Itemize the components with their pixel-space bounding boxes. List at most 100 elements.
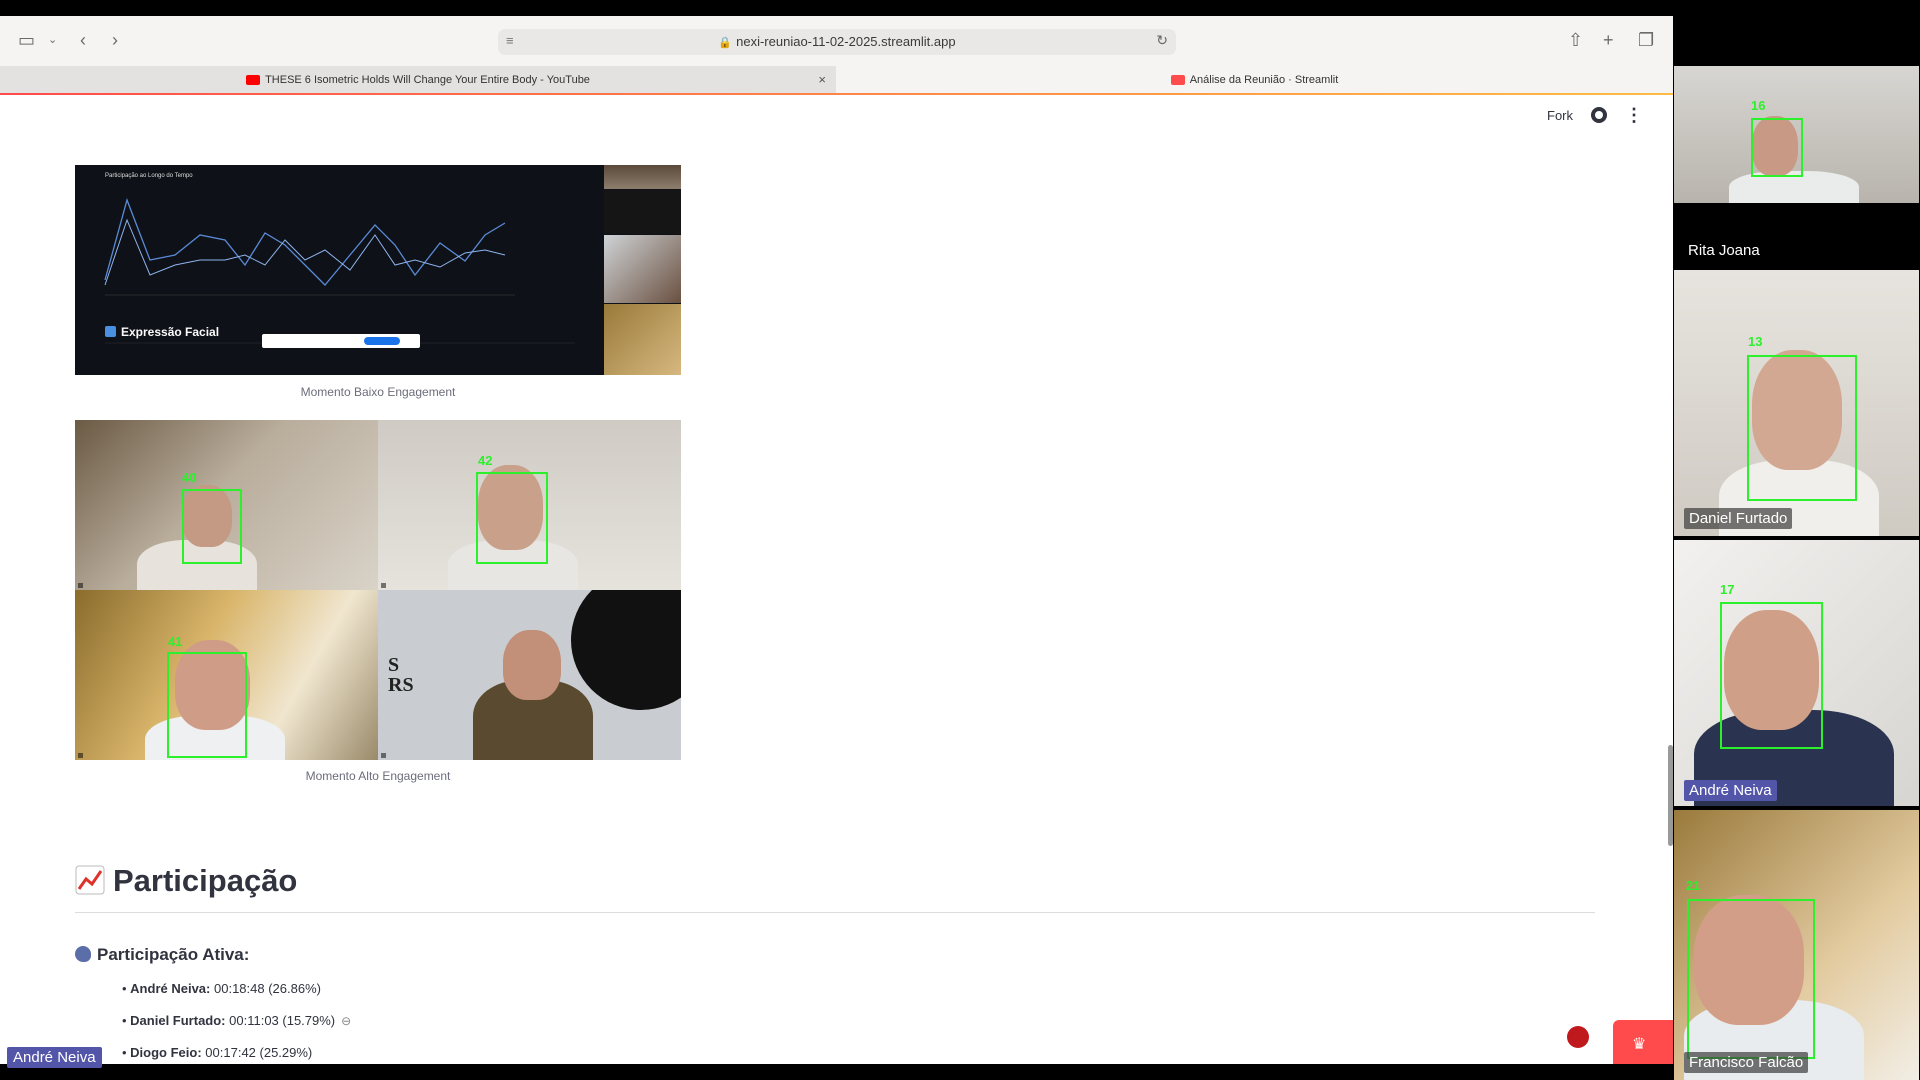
video-name-tag	[78, 753, 84, 758]
section-title: Participação	[75, 863, 297, 899]
video-thumbnail	[604, 304, 681, 375]
tab-bar: THESE 6 Isometric Holds Will Change Your…	[0, 66, 1673, 94]
participant-time: 00:11:03 (15.79%)	[229, 1013, 336, 1028]
github-icon[interactable]	[1591, 107, 1607, 123]
person-face	[503, 630, 561, 700]
participant-tile[interactable]: 13 Daniel Furtado	[1674, 270, 1919, 536]
tab-title: THESE 6 Isometric Holds Will Change Your…	[265, 74, 590, 86]
forward-arrow-icon[interactable]: ›	[112, 30, 118, 50]
tab-overview-icon[interactable]: ❐	[1638, 30, 1654, 50]
video-thumbnail	[604, 165, 681, 189]
streamlit-page: Fork ⋮ Participação ao Longo do Tempo Ex…	[0, 95, 1673, 1064]
participant-name: André Neiva:	[130, 981, 211, 996]
lock-icon: 🔒	[718, 37, 733, 49]
speaking-head-icon	[75, 946, 91, 962]
face-id-label: 41	[168, 634, 183, 649]
fork-button[interactable]: Fork	[1547, 108, 1573, 123]
participant-name-label: Daniel Furtado	[1684, 508, 1793, 529]
embedded-section-text: Expressão Facial	[121, 325, 220, 339]
tab-title: Análise da Reunião · Streamlit	[1189, 74, 1339, 86]
new-tab-plus-icon[interactable]: +	[1603, 30, 1614, 50]
chevron-down-icon[interactable]: ⌄	[48, 30, 57, 50]
list-item: • Diogo Feio: 00:17:42 (25.29%)	[122, 1045, 313, 1060]
share-icon[interactable]: ⇧	[1568, 30, 1583, 50]
streamlit-manage-button[interactable]: ♛	[1613, 1020, 1673, 1064]
participant-name: Daniel Furtado:	[130, 1013, 226, 1028]
face-id-label: 17	[1720, 582, 1735, 597]
high-engagement-caption: Momento Alto Engagement	[305, 769, 451, 783]
participant-time: 00:17:42 (25.29%)	[205, 1045, 313, 1060]
participation-list: • André Neiva: 00:18:48 (26.86%) • Danie…	[122, 981, 351, 1064]
logo-circle	[571, 590, 681, 710]
face-detection-box	[182, 489, 242, 564]
reload-icon[interactable]: ↻	[1156, 32, 1168, 49]
video-cell: 42	[378, 420, 681, 590]
video-thumbnail	[604, 190, 681, 234]
participant-name-label: Francisco Falcão	[1684, 1052, 1809, 1073]
participant-tile[interactable]: 21 Francisco Falcão	[1674, 810, 1919, 1080]
video-name-tag	[381, 583, 387, 588]
face-emoji-icon	[105, 326, 116, 337]
video-name-tag	[78, 583, 84, 588]
face-detection-box	[1747, 355, 1857, 501]
chart-increasing-icon	[75, 865, 105, 895]
participant-name: Diogo Feio:	[130, 1045, 202, 1060]
apple-icon[interactable]	[1567, 1026, 1589, 1048]
low-engagement-image: Participação ao Longo do Tempo Expressão…	[75, 165, 681, 375]
face-detection-box	[1751, 118, 1803, 177]
tab-youtube[interactable]: THESE 6 Isometric Holds Will Change Your…	[0, 66, 836, 94]
video-cell: S RS	[378, 590, 681, 760]
embedded-series-2	[104, 218, 506, 286]
face-id-label: 21	[1686, 878, 1701, 893]
participant-name-label: André Neiva	[1684, 780, 1777, 801]
embedded-banner	[262, 334, 420, 348]
section-divider	[75, 912, 1595, 913]
tab-streamlit[interactable]: Análise da Reunião · Streamlit	[836, 66, 1673, 94]
embedded-video-strip	[604, 165, 681, 375]
face-detection-box	[1720, 602, 1823, 749]
face-id-label: 40	[182, 470, 197, 485]
back-arrow-icon[interactable]: ‹	[80, 30, 86, 50]
face-detection-box	[167, 652, 247, 758]
sidebar-toggle-icon[interactable]: ▭	[18, 30, 35, 50]
embedded-section-heading: Expressão Facial	[105, 325, 219, 339]
video-thumbnail	[604, 235, 681, 303]
embedded-series-1	[104, 197, 506, 286]
face-detection-box	[476, 472, 548, 564]
self-view-name-tag: André Neiva	[7, 1047, 102, 1068]
subsection-title: Participação Ativa:	[75, 945, 249, 965]
video-cell: 41	[75, 590, 378, 760]
youtube-icon	[246, 75, 261, 86]
list-item: • André Neiva: 00:18:48 (26.86%)	[122, 981, 321, 996]
participant-panel: 16 Rita Joana 13 Daniel Furtado 17 André…	[1673, 66, 1920, 1080]
crown-icon: ♛	[1632, 1036, 1647, 1053]
screen: ▭ ⌄ ‹ › ≡ 🔒 nexi-reuniao-11-02-2025.strea…	[0, 0, 1920, 1080]
high-engagement-image: 40 42 41 S RS	[75, 420, 681, 760]
face-detection-box	[1687, 899, 1815, 1059]
participant-time: 00:18:48 (26.86%)	[214, 981, 321, 996]
section-title-text: Participação	[113, 863, 298, 898]
more-menu-icon[interactable]: ⋮	[1625, 106, 1643, 124]
face-id-label: 16	[1751, 98, 1766, 113]
video-cell: 40	[75, 420, 378, 590]
subsection-title-text: Participação Ativa:	[97, 945, 250, 964]
streamlit-icon	[1170, 75, 1185, 86]
close-tab-icon[interactable]: ×	[818, 66, 826, 94]
low-engagement-caption: Momento Baixo Engagement	[300, 385, 456, 399]
participant-name-label: Rita Joana	[1688, 242, 1760, 259]
participant-tile[interactable]: 16	[1674, 66, 1919, 203]
face-id-label: 42	[478, 453, 493, 468]
face-id-label: 13	[1748, 334, 1763, 349]
srs-logo: S RS	[388, 654, 414, 696]
anchor-link-icon[interactable]: ⊖	[341, 1014, 351, 1028]
address-bar[interactable]: ≡ 🔒 nexi-reuniao-11-02-2025.streamlit.app…	[498, 29, 1176, 55]
participant-tile[interactable]: 17 André Neiva	[1674, 540, 1919, 806]
list-item: • Daniel Furtado: 00:11:03 (15.79%) ⊖	[122, 1013, 352, 1028]
browser-toolbar: ▭ ⌄ ‹ › ≡ 🔒 nexi-reuniao-11-02-2025.strea…	[0, 16, 1673, 66]
embedded-banner-button	[364, 337, 400, 345]
url-text: nexi-reuniao-11-02-2025.streamlit.app	[736, 34, 956, 49]
browser-window: ▭ ⌄ ‹ › ≡ 🔒 nexi-reuniao-11-02-2025.strea…	[0, 16, 1673, 1064]
streamlit-header: Fork ⋮	[1547, 106, 1643, 124]
embedded-chart-screenshot: Participação ao Longo do Tempo Expressão…	[75, 165, 603, 375]
video-name-tag	[381, 753, 387, 758]
